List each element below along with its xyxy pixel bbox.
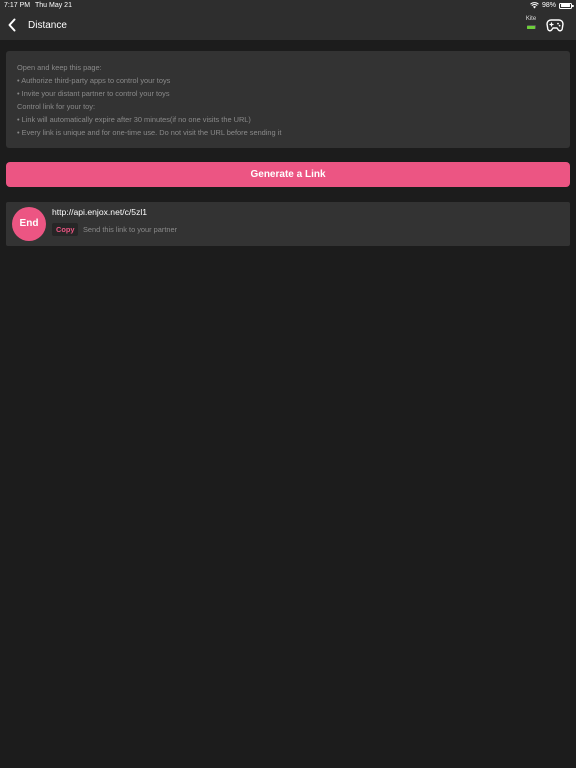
end-button[interactable]: End (12, 207, 46, 241)
link-card: End http://api.enjox.net/c/5zl1 Copy Sen… (6, 202, 570, 246)
info-line: Control link for your toy: (17, 102, 96, 111)
info-line: • Every link is unique and for one-time … (17, 128, 282, 137)
toy-name: Kite (525, 16, 537, 22)
toy-status[interactable]: Kite (522, 16, 540, 34)
info-line: • Invite your distant partner to control… (17, 89, 170, 98)
status-date: Thu May 21 (35, 2, 72, 9)
battery-percent: 98% (541, 2, 556, 9)
battery-icon (559, 2, 574, 9)
toy-battery-icon (526, 25, 536, 29)
status-right: 98% (530, 0, 574, 11)
status-bar: 7:17 PM Thu May 21 98% (0, 0, 576, 11)
nav-bar: Distance Kite (0, 11, 576, 40)
info-line: Open and keep this page: (17, 63, 102, 72)
info-card: Open and keep this page: • Authorize thi… (6, 51, 570, 148)
link-url: http://api.enjox.net/c/5zl1 (52, 207, 148, 217)
copy-hint: Send this link to your partner (83, 225, 178, 234)
info-line: • Link will automatically expire after 3… (17, 115, 251, 124)
info-line: • Authorize third-party apps to control … (17, 76, 171, 85)
copy-button[interactable]: Copy (52, 223, 79, 236)
toy-battery-level (527, 25, 535, 29)
wifi-icon (530, 2, 539, 9)
page-title: Distance (28, 20, 67, 31)
generate-link-button[interactable]: Generate a Link (6, 162, 570, 187)
status-time: 7:17 PM (4, 2, 31, 9)
gamepad-icon[interactable] (546, 17, 564, 33)
chevron-left-icon[interactable] (6, 17, 18, 33)
battery-fill (560, 4, 571, 7)
